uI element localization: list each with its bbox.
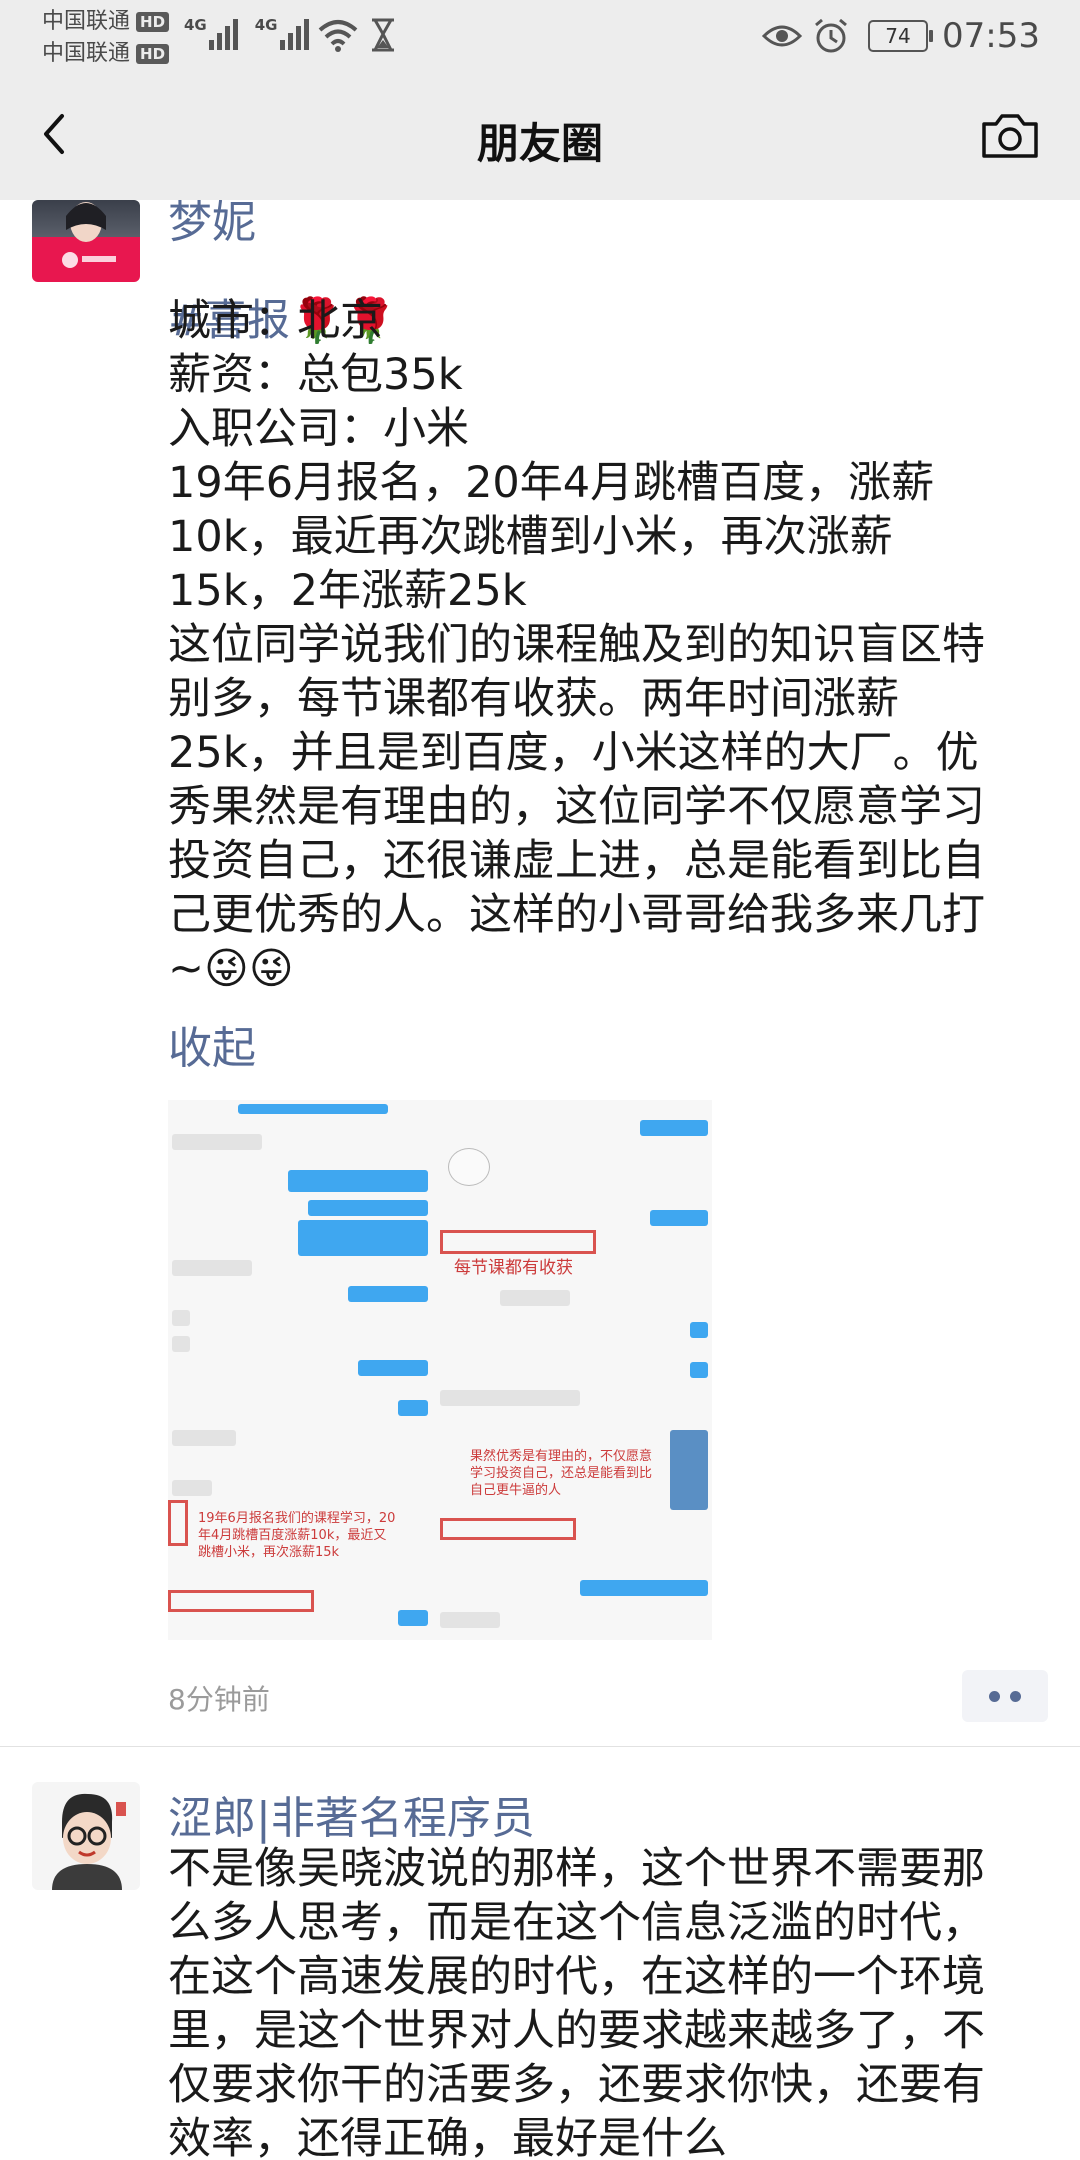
avatar-photo-icon	[62, 202, 116, 268]
post-image[interactable]: 19年6月报名我们的课程学习，20年4月跳槽百度涨薪10k，最近又跳槽小米，再次…	[168, 1100, 712, 1640]
chat-screenshot-right: 每节课都有收获 果然优秀是有理由的，不仅愿意学习投资自己，还总是能看到比自己更牛…	[440, 1100, 712, 1640]
image-annotation-middle-bottom: 果然优秀是有理由的，不仅愿意学习投资自己，还总是能看到比自己更牛逼的人	[470, 1449, 653, 1498]
page-title: 朋友圈	[476, 119, 603, 168]
carrier-name-2: 中国联通	[42, 41, 131, 66]
image-annotation-left: 19年6月报名我们的课程学习，20年4月跳槽百度涨薪10k，最近又跳槽小米，再次…	[198, 1511, 396, 1560]
signal-icon	[279, 16, 312, 50]
highlight-box	[440, 1230, 596, 1254]
collapse-link[interactable]: 收起	[168, 1012, 256, 1076]
more-actions-button[interactable]	[962, 1670, 1048, 1722]
camera-button[interactable]	[978, 106, 1042, 166]
battery-indicator: 74	[868, 20, 934, 52]
avatar[interactable]	[32, 200, 140, 282]
hd-badge-1: HD	[136, 12, 170, 32]
moment-post: 梦妮 #喜报🌹🌹 城市：北京 薪资：总包35k 入职公司：小米 19年6月报名，…	[0, 200, 1080, 1740]
signal-icon	[208, 16, 241, 50]
network-type-2: 4G	[254, 16, 278, 34]
wifi-icon	[318, 20, 358, 52]
carrier-name-1: 中国联通	[42, 9, 131, 34]
post-author[interactable]: 涩郎|非著名程序员	[168, 1782, 535, 1846]
highlight-box	[440, 1518, 576, 1540]
moment-post: 涩郎|非著名程序员 不是像吴晓波说的那样，这个世界不需要那么多人思考，而是在这个…	[0, 1782, 1080, 2160]
status-bar: 中国联通 HD 中国联通 HD 4G 4G 74 07:53	[0, 0, 1080, 72]
post-body: 不是像吴晓波说的那样，这个世界不需要那么多人思考，而是在这个信息泛滥的时代，在这…	[168, 1844, 985, 2160]
highlight-box	[168, 1500, 188, 1546]
carrier-info: 中国联通 HD 中国联通 HD	[42, 6, 170, 70]
hourglass-icon	[372, 18, 394, 52]
chat-screenshot-left: 19年6月报名我们的课程学习，20年4月跳槽百度涨薪10k，最近又跳槽小米，再次…	[168, 1100, 440, 1640]
moments-feed[interactable]: 梦妮 #喜报🌹🌹 城市：北京 薪资：总包35k 入职公司：小米 19年6月报名，…	[0, 200, 1080, 2160]
avatar-cartoon-icon	[52, 1793, 126, 1890]
signal-indicators: 4G 4G	[184, 16, 326, 50]
post-body: 城市：北京 薪资：总包35k 入职公司：小米 19年6月报名，20年4月跳槽百度…	[168, 296, 985, 994]
hd-badge-2: HD	[136, 44, 170, 64]
more-dots-icon	[1010, 1691, 1021, 1702]
network-type-1: 4G	[184, 16, 207, 34]
avatar[interactable]	[32, 1782, 140, 1890]
highlight-box	[168, 1590, 314, 1612]
status-right-group: 74 07:53	[762, 10, 1040, 62]
status-icons	[318, 18, 398, 52]
eye-icon	[762, 25, 803, 47]
clock: 07:53	[942, 16, 1040, 56]
post-timestamp: 8分钟前	[168, 1683, 270, 1716]
post-divider	[0, 1746, 1080, 1747]
more-dots-icon	[989, 1691, 1000, 1702]
image-annotation-middle-top: 每节课都有收获	[454, 1258, 573, 1278]
alarm-icon	[815, 18, 847, 53]
nav-bar: 朋友圈	[0, 72, 1080, 200]
camera-icon	[982, 114, 1038, 158]
